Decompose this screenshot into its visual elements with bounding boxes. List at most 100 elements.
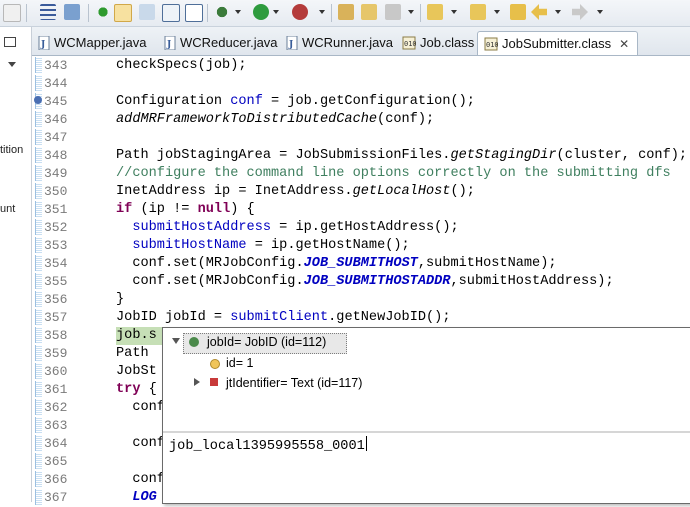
tab-job-class[interactable]: 010 Job.class (402, 31, 474, 54)
code-line[interactable]: } (116, 291, 124, 309)
step-icon[interactable] (139, 4, 155, 20)
last-edit-icon[interactable] (510, 4, 526, 20)
external-tools-icon[interactable] (292, 4, 308, 20)
toolbar-separator (88, 4, 89, 22)
view-menu-icon[interactable] (8, 62, 16, 67)
line-number[interactable]: 344 (44, 75, 78, 93)
line-number[interactable]: 364 (44, 435, 78, 453)
popup-divider[interactable] (163, 431, 690, 433)
line-number[interactable]: 354 (44, 255, 78, 273)
explorer-label-fragment[interactable]: unt (0, 203, 15, 215)
code-token: LOG (116, 490, 157, 505)
code-token: conf (116, 472, 165, 487)
line-number[interactable]: 361 (44, 381, 78, 399)
pen-dropdown-icon[interactable] (408, 10, 414, 14)
code-token: try (116, 382, 141, 397)
code-line[interactable]: Path (116, 345, 157, 363)
line-number[interactable]: 346 (44, 111, 78, 129)
variable-value-text[interactable]: job_local1395995558_0001 (169, 436, 367, 454)
new-package-icon[interactable] (338, 4, 354, 20)
variable-row-jtidentifier[interactable]: jtIdentifier= Text (id=117) (226, 374, 362, 392)
toggle-icon[interactable] (64, 4, 80, 20)
code-line[interactable]: conf.set(MRJobConfig.JOB_SUBMITHOSTADDR,… (116, 273, 613, 291)
debug-toggle-icon[interactable] (95, 4, 111, 20)
code-line[interactable]: Configuration conf = job.getConfiguratio… (116, 93, 475, 111)
line-number[interactable]: 363 (44, 417, 78, 435)
code-line[interactable]: Path jobStagingArea = JobSubmissionFiles… (116, 147, 687, 165)
line-number[interactable]: 367 (44, 489, 78, 507)
tab-wcrunner[interactable]: J WCRunner.java (286, 31, 393, 54)
code-token: (); (450, 184, 475, 199)
previous-annotation-dropdown-icon[interactable] (494, 10, 500, 14)
code-line[interactable]: conf.set(MRJobConfig.JOB_SUBMITHOST,subm… (116, 255, 556, 273)
code-line[interactable]: submitHostAddress = ip.getHostAddress(); (116, 219, 458, 237)
code-line[interactable]: job.s (116, 327, 157, 345)
change-marker (35, 435, 42, 451)
pen-icon[interactable] (385, 4, 401, 20)
back-dropdown-icon[interactable] (555, 10, 561, 14)
code-line[interactable]: //configure the command line options cor… (116, 165, 671, 183)
line-number[interactable]: 350 (44, 183, 78, 201)
explorer-label-fragment[interactable]: tition (0, 144, 23, 156)
code-line[interactable]: LOG (116, 489, 157, 507)
line-number[interactable]: 366 (44, 471, 78, 489)
inspect-popup[interactable]: jobId= JobID (id=112) id= 1 jtIdentifier… (162, 327, 690, 504)
line-number[interactable]: 365 (44, 453, 78, 471)
code-line[interactable]: JobID jobId = submitClient.getNewJobID()… (116, 309, 451, 327)
tab-wcmapper[interactable]: J WCMapper.java (38, 31, 146, 54)
code-line[interactable]: conf (116, 399, 165, 417)
debug-dropdown-icon[interactable] (235, 10, 241, 14)
code-line[interactable]: JobSt (116, 363, 157, 381)
breakpoint-icon[interactable] (34, 96, 42, 104)
code-line[interactable]: try { (116, 381, 157, 399)
tab-jobsubmitter-class[interactable]: 010 JobSubmitter.class ✕ (477, 31, 639, 55)
back-arrow-icon[interactable] (531, 4, 547, 20)
forward-arrow-icon[interactable] (572, 4, 588, 20)
line-number[interactable]: 356 (44, 291, 78, 309)
line-number[interactable]: 352 (44, 219, 78, 237)
line-number[interactable]: 358 (44, 327, 78, 345)
line-number[interactable]: 347 (44, 129, 78, 147)
line-number[interactable]: 355 (44, 273, 78, 291)
next-annotation-dropdown-icon[interactable] (451, 10, 457, 14)
line-number[interactable]: 345 (44, 93, 78, 111)
wand-icon[interactable] (114, 4, 132, 22)
collapse-arrow-icon[interactable] (172, 338, 180, 344)
line-number[interactable]: 343 (44, 57, 78, 75)
line-number[interactable]: 359 (44, 345, 78, 363)
run-icon[interactable] (253, 4, 269, 20)
code-token: (ip != (132, 202, 198, 217)
line-number[interactable]: 362 (44, 399, 78, 417)
tab-wcreducer[interactable]: J WCReducer.java (164, 31, 278, 54)
debug-icon[interactable] (214, 4, 230, 20)
run-dropdown-icon[interactable] (273, 10, 279, 14)
variable-row-jobid[interactable]: jobId= JobID (id=112) (207, 333, 326, 351)
paragraph-icon[interactable] (185, 4, 203, 22)
line-number[interactable]: 349 (44, 165, 78, 183)
code-line[interactable]: conf (116, 471, 165, 489)
close-icon[interactable]: ✕ (619, 37, 629, 51)
forward-dropdown-icon[interactable] (597, 10, 603, 14)
open-folder-icon[interactable] (361, 4, 377, 20)
code-line[interactable]: conf (116, 435, 165, 453)
line-number[interactable]: 360 (44, 363, 78, 381)
variable-row-id[interactable]: id= 1 (226, 354, 253, 372)
code-line[interactable]: if (ip != null) { (116, 201, 255, 219)
code-line[interactable]: InetAddress ip = InetAddress.getLocalHos… (116, 183, 475, 201)
line-number[interactable]: 351 (44, 201, 78, 219)
code-line[interactable]: submitHostName = ip.getHostName(); (116, 237, 409, 255)
external-tools-dropdown-icon[interactable] (319, 10, 325, 14)
line-number[interactable]: 353 (44, 237, 78, 255)
list-icon[interactable] (40, 4, 56, 20)
code-line[interactable]: checkSpecs(job); (116, 57, 247, 75)
expand-arrow-icon[interactable] (194, 378, 200, 386)
next-annotation-icon[interactable] (427, 4, 443, 20)
previous-annotation-icon[interactable] (470, 4, 486, 20)
panel-icon[interactable] (162, 4, 180, 22)
back-icon[interactable] (3, 4, 21, 22)
code-token: JobSt (116, 364, 157, 379)
code-line[interactable]: addMRFrameworkToDistributedCache(conf); (116, 111, 434, 129)
minimize-icon[interactable] (4, 37, 16, 47)
line-number[interactable]: 348 (44, 147, 78, 165)
line-number[interactable]: 357 (44, 309, 78, 327)
